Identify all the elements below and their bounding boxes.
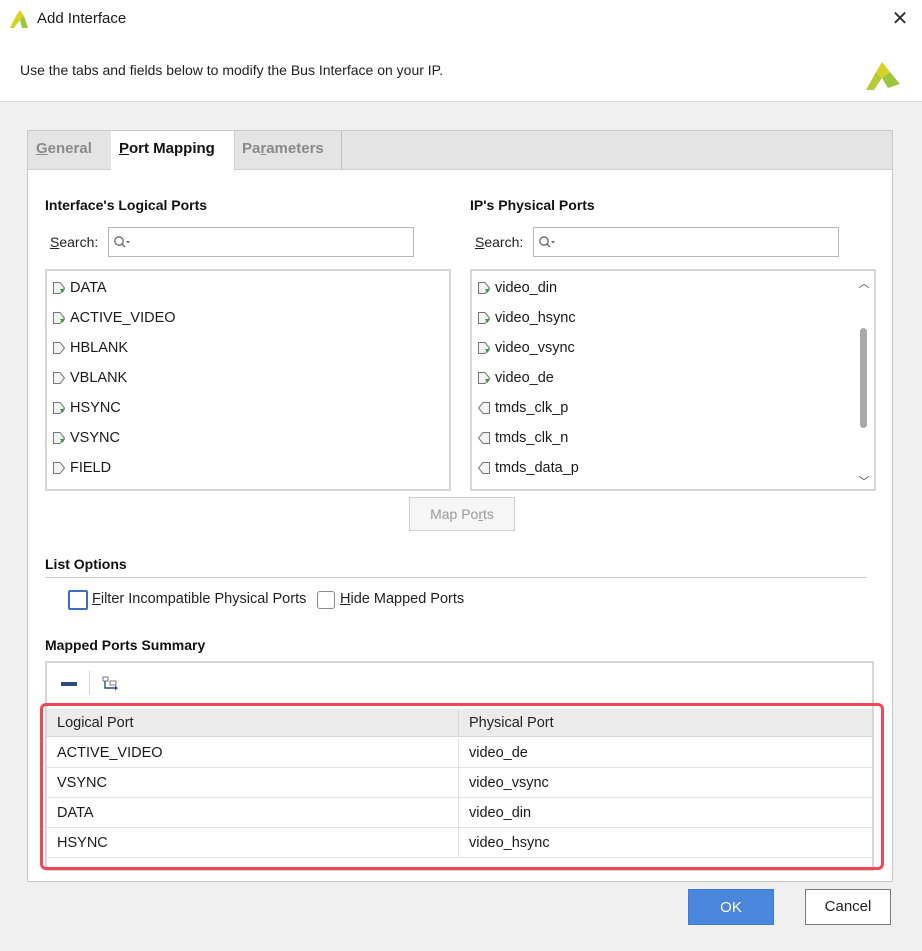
physical-port-name: tmds_data_p	[495, 460, 579, 476]
scroll-thumb[interactable]	[860, 328, 867, 428]
port-in-icon	[53, 372, 66, 385]
vivado-app-icon	[10, 10, 28, 28]
physical-port-item[interactable]: tmds_clk_p	[477, 393, 568, 423]
ok-button[interactable]: OK	[688, 889, 774, 925]
table-row[interactable]: DATA video_din	[47, 798, 872, 828]
logical-port-item[interactable]: VBLANK	[52, 363, 127, 393]
header-physical-port[interactable]: Physical Port	[459, 709, 872, 737]
filter-incompatible-checkbox[interactable]	[68, 590, 88, 610]
logical-port-item[interactable]: HBLANK	[52, 333, 128, 363]
title-bar: Add Interface ✕	[0, 0, 922, 40]
physical-port-item[interactable]: video_din	[477, 273, 557, 303]
logical-port-cell: DATA	[47, 798, 459, 828]
physical-port-item[interactable]: video_vsync	[477, 333, 575, 363]
table-header: Logical Port Physical Port	[47, 709, 872, 737]
port-in-icon	[478, 342, 491, 355]
logical-ports-title: Interface's Logical Ports	[45, 197, 208, 213]
list-options-divider	[45, 577, 867, 578]
tab-parameters[interactable]: Parameters	[234, 131, 342, 170]
search-icon	[539, 236, 555, 248]
auto-map-icon[interactable]	[101, 675, 121, 693]
physical-port-item[interactable]: video_hsync	[477, 303, 576, 333]
physical-port-cell: video_vsync	[469, 775, 549, 791]
port-in-icon	[53, 432, 66, 445]
port-in-icon	[53, 462, 66, 475]
logical-search-input[interactable]	[108, 227, 414, 257]
port-out-icon	[477, 462, 490, 475]
physical-port-name: video_hsync	[495, 310, 576, 326]
physical-port-name: tmds_clk_n	[495, 430, 569, 446]
logical-port-cell: ACTIVE_VIDEO	[47, 738, 459, 768]
physical-ports-title: IP's Physical Ports	[470, 197, 595, 213]
tab-general[interactable]: General	[28, 131, 110, 170]
physical-search-label: Search:	[475, 234, 524, 250]
filter-incompatible-label[interactable]: Filter Incompatible Physical Ports	[92, 591, 306, 607]
physical-ports-list[interactable]: ︿ ﹀ video_din video_hsync video_vsyncvideo…	[470, 269, 876, 491]
window-title: Add Interface	[37, 10, 127, 27]
port-in-icon	[53, 312, 66, 325]
close-button[interactable]: ✕	[884, 4, 916, 34]
dialog-body: General Port Mapping Parameters Interfac…	[0, 102, 922, 951]
port-in-icon	[478, 282, 491, 295]
hide-mapped-label[interactable]: Hide Mapped Ports	[340, 591, 464, 607]
cancel-button[interactable]: Cancel	[805, 889, 891, 925]
mapped-summary-title: Mapped Ports Summary	[45, 637, 206, 653]
physical-port-cell: video_hsync	[469, 835, 550, 851]
physical-port-name: video_vsync	[495, 340, 575, 356]
logical-port-item[interactable]: HSYNC	[52, 393, 121, 423]
logical-port-name: DATA	[70, 280, 107, 296]
dialog-header: Use the tabs and fields below to modify …	[0, 40, 922, 102]
tab-port-mapping[interactable]: Port Mapping	[111, 131, 235, 171]
scroll-up-icon[interactable]: ︿	[856, 275, 872, 290]
logical-port-name: VBLANK	[70, 370, 128, 386]
physical-port-name: tmds_clk_p	[495, 400, 569, 416]
logical-search-label: Search:	[50, 234, 99, 250]
scroll-down-icon[interactable]: ﹀	[856, 473, 872, 488]
table-row[interactable]: HSYNC video_hsync	[47, 828, 872, 858]
port-out-icon	[477, 402, 490, 415]
dialog-description: Use the tabs and fields below to modify …	[20, 62, 444, 78]
physical-search-input[interactable]	[533, 227, 839, 257]
map-ports-button[interactable]: Map Ports	[409, 497, 515, 531]
hide-mapped-checkbox[interactable]	[317, 591, 335, 609]
port-in-icon	[53, 402, 66, 415]
physical-port-item[interactable]: tmds_data_p	[477, 453, 579, 483]
summary-toolbar	[47, 663, 872, 703]
logical-port-item[interactable]: ACTIVE_VIDEO	[52, 303, 176, 333]
logical-port-name: HSYNC	[70, 400, 121, 416]
physical-port-item[interactable]: video_de	[477, 363, 554, 393]
table-row[interactable]: ACTIVE_VIDEO video_de	[47, 738, 872, 768]
logical-port-name: ACTIVE_VIDEO	[70, 310, 176, 326]
physical-list-scrollbar[interactable]: ︿ ﹀	[856, 273, 872, 488]
tab-strip: General Port Mapping Parameters	[28, 131, 892, 171]
physical-port-cell: video_de	[469, 745, 528, 761]
physical-port-cell: video_din	[469, 805, 532, 821]
port-in-icon	[53, 282, 66, 295]
port-in-icon	[53, 342, 66, 355]
physical-port-name: video_din	[495, 280, 558, 296]
tab-panel: General Port Mapping Parameters Interfac…	[27, 130, 893, 882]
logical-port-item[interactable]: FIELD	[52, 453, 111, 483]
toolbar-separator	[89, 671, 90, 695]
port-in-icon	[478, 312, 491, 325]
physical-port-item[interactable]: tmds_clk_n	[477, 423, 568, 453]
port-in-icon	[478, 372, 491, 385]
port-out-icon	[477, 432, 490, 445]
remove-mapping-icon[interactable]	[59, 675, 79, 693]
header-logical-port[interactable]: Logical Port	[47, 709, 459, 737]
vivado-logo-icon	[866, 62, 900, 90]
logical-port-item[interactable]: DATA	[52, 273, 107, 303]
logical-port-item[interactable]: VSYNC	[52, 423, 120, 453]
mapped-summary-panel: Logical Port Physical Port ACTIVE_VIDEOv…	[45, 661, 874, 871]
physical-port-name: video_de	[495, 370, 554, 386]
logical-port-cell: VSYNC	[47, 768, 459, 798]
logical-port-name: VSYNC	[70, 430, 120, 446]
logical-port-name: HBLANK	[70, 340, 129, 356]
table-row[interactable]: VSYNC video_vsync	[47, 768, 872, 798]
search-icon	[114, 236, 130, 248]
logical-ports-list[interactable]: DATA ACTIVE_VIDEO HBLANK VBLANK HSYNC VSYNC FI…	[45, 269, 451, 491]
logical-port-name: FIELD	[70, 460, 112, 476]
logical-port-cell: HSYNC	[47, 828, 459, 858]
list-options-title: List Options	[45, 556, 127, 572]
